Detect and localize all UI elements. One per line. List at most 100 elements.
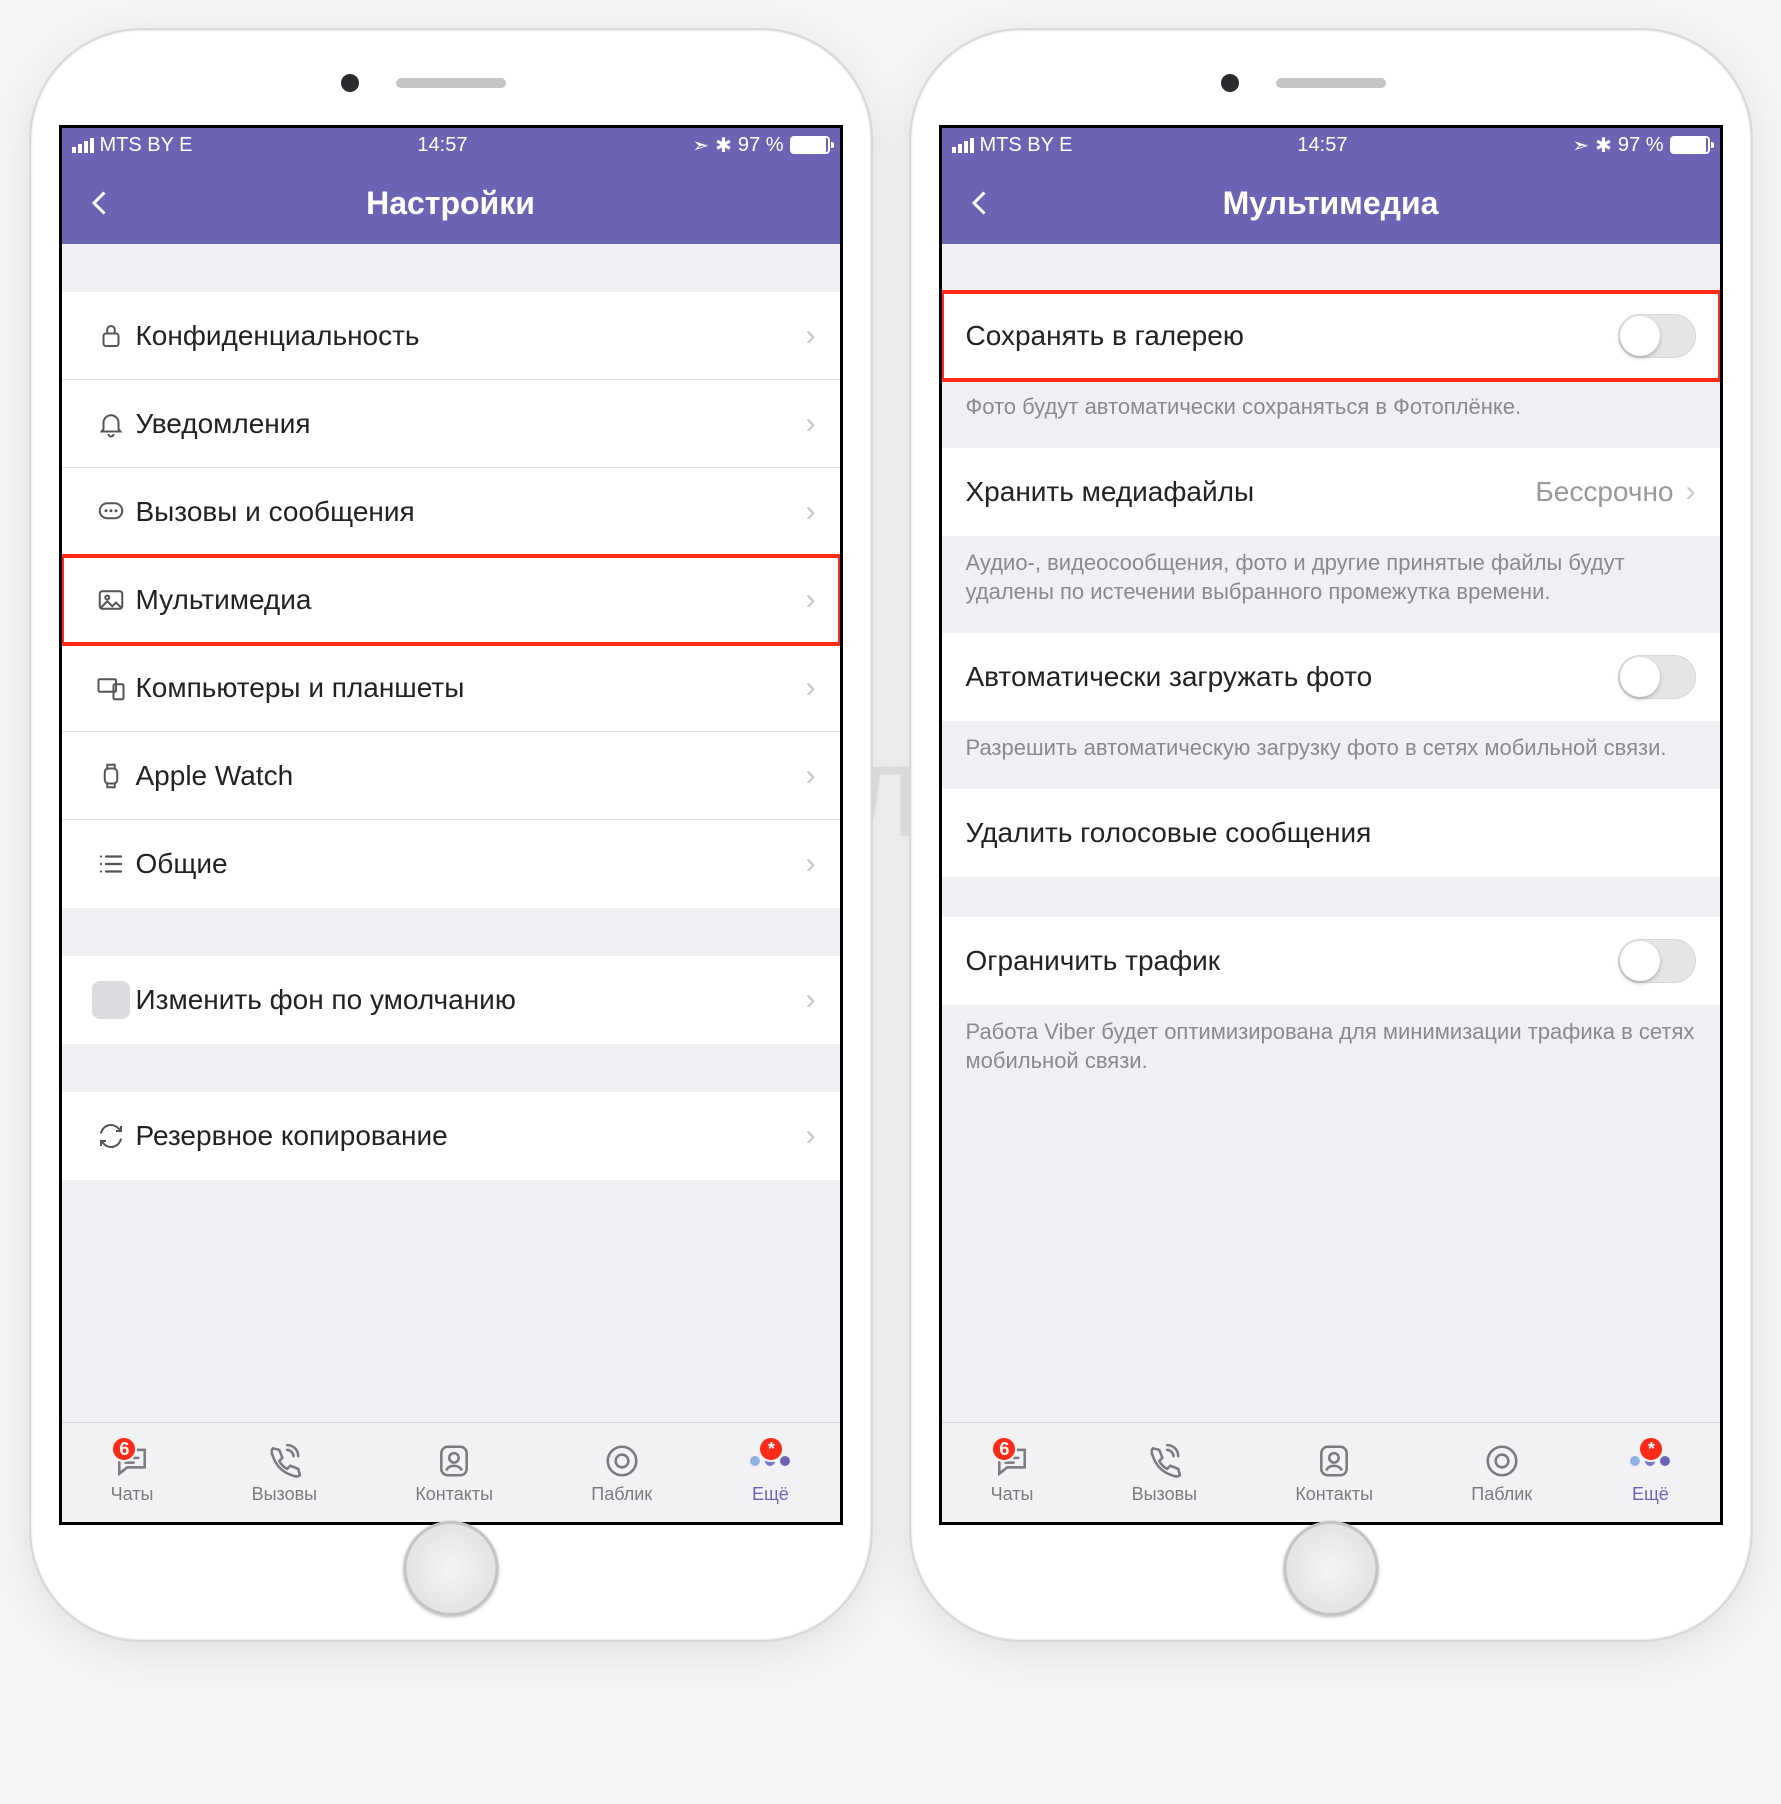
- chevron-icon: ›: [806, 495, 816, 529]
- row-label: Компьютеры и планшеты: [136, 672, 806, 704]
- tab-public[interactable]: Паблик: [591, 1440, 652, 1505]
- row-calls-msgs[interactable]: Вызовы и сообщения ›: [62, 468, 840, 556]
- tab-calls[interactable]: Вызовы: [252, 1440, 318, 1505]
- location-icon: ➣: [692, 133, 709, 158]
- phone-frame-right: MTS BY E 14:57 ➣ ✱ 97 % Мультимедиа Сохр…: [911, 30, 1751, 1640]
- phone-speaker: [1276, 78, 1386, 88]
- footer-save-gallery: Фото будут автоматически сохраняться в Ф…: [942, 380, 1720, 448]
- phone-icon: [264, 1440, 304, 1482]
- row-general[interactable]: Общие ›: [62, 820, 840, 908]
- back-button[interactable]: [962, 185, 998, 221]
- chevron-icon: ›: [806, 319, 816, 353]
- tab-label: Вызовы: [252, 1484, 318, 1505]
- row-privacy[interactable]: Конфиденциальность ›: [62, 292, 840, 380]
- tab-bar: 6 Чаты Вызовы Контакты Паблик * Ещё: [942, 1422, 1720, 1522]
- chevron-icon: ›: [806, 407, 816, 441]
- tab-label: Чаты: [111, 1484, 154, 1505]
- toggle-save-gallery[interactable]: [1618, 314, 1696, 358]
- nav-bar: Настройки: [62, 162, 840, 244]
- public-icon: [602, 1440, 642, 1482]
- chevron-icon: ›: [806, 1119, 816, 1153]
- tab-label: Чаты: [991, 1484, 1034, 1505]
- battery-icon: [1670, 136, 1710, 154]
- phone-frame-left: MTS BY E 14:57 ➣ ✱ 97 % Настройки Ко: [31, 30, 871, 1640]
- tab-label: Контакты: [1295, 1484, 1373, 1505]
- tab-label: Вызовы: [1132, 1484, 1198, 1505]
- row-backup[interactable]: Резервное копирование ›: [62, 1092, 840, 1180]
- phone-camera: [1221, 74, 1239, 92]
- chevron-icon: ›: [806, 847, 816, 881]
- screen-right: MTS BY E 14:57 ➣ ✱ 97 % Мультимедиа Сохр…: [939, 125, 1723, 1525]
- footer-keep-media: Аудио-, видеосообщения, фото и другие пр…: [942, 536, 1720, 633]
- row-delete-voice[interactable]: Удалить голосовые сообщения: [942, 789, 1720, 877]
- row-computers[interactable]: Компьютеры и планшеты ›: [62, 644, 840, 732]
- tab-chats[interactable]: 6 Чаты: [111, 1440, 154, 1505]
- battery-percent: 97 %: [1618, 134, 1664, 157]
- row-wallpaper[interactable]: Изменить фон по умолчанию ›: [62, 956, 840, 1044]
- settings-content: Конфиденциальность › Уведомления › Вызов…: [62, 244, 840, 1422]
- list-icon: [86, 849, 136, 879]
- row-label: Автоматически загружать фото: [966, 661, 1618, 693]
- tab-public[interactable]: Паблик: [1471, 1440, 1532, 1505]
- tab-more[interactable]: * Ещё: [1630, 1440, 1670, 1505]
- bluetooth-icon: ✱: [1595, 133, 1612, 158]
- footer-auto-photo: Разрешить автоматическую загрузку фото в…: [942, 721, 1720, 789]
- signal-icon: [952, 138, 974, 153]
- row-apple-watch[interactable]: Apple Watch ›: [62, 732, 840, 820]
- row-label: Ограничить трафик: [966, 945, 1618, 977]
- row-label: Изменить фон по умолчанию: [136, 984, 806, 1016]
- chevron-icon: ›: [806, 759, 816, 793]
- bell-icon: [86, 409, 136, 439]
- row-label: Конфиденциальность: [136, 320, 806, 352]
- bluetooth-icon: ✱: [715, 133, 732, 158]
- row-multimedia[interactable]: Мультимедиа ›: [62, 556, 840, 644]
- tab-label: Паблик: [591, 1484, 652, 1505]
- contact-icon: [1314, 1440, 1354, 1482]
- phone-icon: [1144, 1440, 1184, 1482]
- tab-label: Ещё: [1632, 1484, 1669, 1505]
- thumbnail-icon: [86, 981, 136, 1019]
- refresh-icon: [86, 1121, 136, 1151]
- row-keep-media[interactable]: Хранить медиафайлы Бессрочно ›: [942, 448, 1720, 536]
- phone-camera: [341, 74, 359, 92]
- public-icon: [1482, 1440, 1522, 1482]
- row-label: Хранить медиафайлы: [966, 476, 1536, 508]
- toggle-auto-photo[interactable]: [1618, 655, 1696, 699]
- row-label: Уведомления: [136, 408, 806, 440]
- tab-label: Паблик: [1471, 1484, 1532, 1505]
- nav-bar: Мультимедиа: [942, 162, 1720, 244]
- tab-label: Ещё: [752, 1484, 789, 1505]
- battery-icon: [790, 136, 830, 154]
- chat-icon: [86, 497, 136, 527]
- row-auto-photo[interactable]: Автоматически загружать фото: [942, 633, 1720, 721]
- chevron-icon: ›: [806, 583, 816, 617]
- row-label: Мультимедиа: [136, 584, 806, 616]
- row-notifications[interactable]: Уведомления ›: [62, 380, 840, 468]
- home-button[interactable]: [1283, 1521, 1378, 1616]
- row-limit-traffic[interactable]: Ограничить трафик: [942, 917, 1720, 1005]
- page-title: Мультимедиа: [1223, 185, 1439, 222]
- tab-bar: 6 Чаты Вызовы Контакты Паблик * Ещё: [62, 1422, 840, 1522]
- row-save-gallery[interactable]: Сохранять в галерею: [942, 292, 1720, 380]
- chevron-icon: ›: [806, 983, 816, 1017]
- tab-label: Контакты: [415, 1484, 493, 1505]
- tab-contacts[interactable]: Контакты: [1295, 1440, 1373, 1505]
- toggle-limit-traffic[interactable]: [1618, 939, 1696, 983]
- row-label: Сохранять в галерею: [966, 320, 1618, 352]
- image-icon: [86, 585, 136, 615]
- lock-icon: [86, 321, 136, 351]
- signal-icon: [72, 138, 94, 153]
- tab-more[interactable]: * Ещё: [750, 1440, 790, 1505]
- watch-icon: [86, 761, 136, 791]
- row-label: Общие: [136, 848, 806, 880]
- tab-calls[interactable]: Вызовы: [1132, 1440, 1198, 1505]
- devices-icon: [86, 673, 136, 703]
- tab-contacts[interactable]: Контакты: [415, 1440, 493, 1505]
- status-bar: MTS BY E 14:57 ➣ ✱ 97 %: [62, 128, 840, 162]
- tab-chats[interactable]: 6 Чаты: [991, 1440, 1034, 1505]
- row-value: Бессрочно: [1535, 476, 1673, 508]
- back-button[interactable]: [82, 185, 118, 221]
- page-title: Настройки: [366, 185, 535, 222]
- clock-text: 14:57: [1297, 134, 1347, 157]
- home-button[interactable]: [403, 1521, 498, 1616]
